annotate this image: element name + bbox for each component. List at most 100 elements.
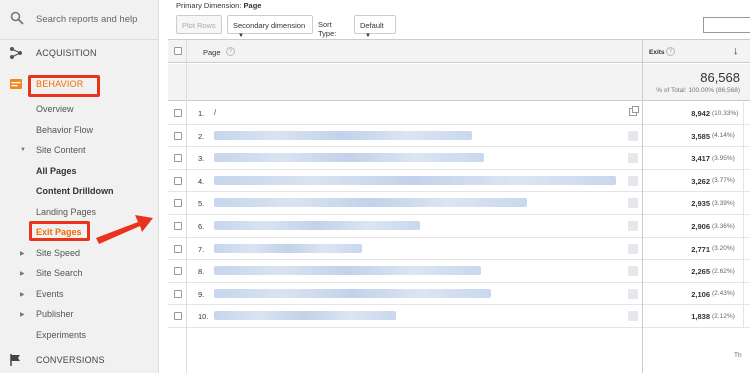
nav-all-pages[interactable]: All Pages	[36, 166, 77, 176]
behavior-highlight-box	[28, 75, 100, 97]
exits-percentage: (3.77%)	[712, 177, 735, 185]
sort-descending-icon[interactable]: ↓	[733, 45, 739, 57]
nav-site-speed[interactable]: Site Speed	[36, 248, 80, 258]
sort-type-dropdown[interactable]: Default▼	[354, 15, 396, 39]
row-divider	[743, 305, 744, 328]
row-divider	[743, 147, 744, 170]
open-external-icon[interactable]	[628, 221, 638, 231]
exits-value: 3,585	[691, 131, 710, 141]
secondary-dimension-label: Secondary dimension	[233, 21, 306, 30]
row-number: 3.	[198, 154, 205, 164]
exit-pages-highlight-box	[29, 221, 90, 241]
total-exits-percentage: % of Total: 100.00% (86,568)	[656, 87, 740, 94]
sort-type-label: Sort Type:	[318, 20, 337, 38]
page-link-blurred[interactable]	[214, 311, 396, 321]
row-divider	[743, 124, 744, 147]
column-header-page[interactable]: Page	[203, 48, 221, 57]
total-exits-value: 86,568	[700, 70, 740, 85]
nav-events[interactable]: Events	[36, 289, 64, 299]
exit-pages-table: Page ? Exits ? ↓ 86,568 % of Total: 100.…	[168, 39, 750, 373]
page-link[interactable]: /	[214, 108, 216, 117]
expanded-triangle-icon: ▼	[20, 147, 26, 153]
column-divider	[642, 40, 643, 373]
open-external-icon[interactable]	[628, 130, 638, 141]
exits-percentage: (2.62%)	[712, 267, 735, 275]
open-external-icon[interactable]	[628, 175, 638, 186]
page-link-blurred[interactable]	[214, 175, 616, 185]
nav-content-drilldown[interactable]: Content Drilldown	[36, 186, 114, 196]
exits-value: 2,265	[691, 267, 710, 277]
page-link-blurred[interactable]	[214, 198, 527, 208]
nav-landing-pages[interactable]: Landing Pages	[36, 207, 96, 217]
page-link-blurred[interactable]	[214, 153, 484, 163]
open-external-icon[interactable]	[628, 311, 638, 322]
nav-site-search[interactable]: Site Search	[36, 268, 83, 278]
search-row[interactable]: Search reports and help	[0, 0, 159, 40]
table-row[interactable]: 1. / 8,942 (10.33%)	[168, 102, 750, 125]
sort-type-value: Default	[360, 21, 384, 30]
exits-percentage: (3.20%)	[712, 245, 735, 253]
row-divider	[743, 215, 744, 237]
column-header-exits[interactable]: Exits	[649, 49, 665, 56]
page-link-blurred[interactable]	[214, 221, 420, 230]
plot-rows-button[interactable]: Plot Rows	[176, 15, 222, 34]
open-external-icon[interactable]	[628, 266, 638, 277]
table-row[interactable]: 10. 1,838 (2.12%)	[168, 305, 750, 328]
table-search-input[interactable]	[703, 17, 750, 33]
open-external-icon[interactable]	[628, 288, 638, 299]
primary-dimension: Primary Dimension: Page	[176, 1, 261, 10]
nav-overview[interactable]: Overview	[36, 104, 74, 114]
open-external-icon[interactable]	[628, 198, 638, 209]
exits-percentage: (4.14%)	[712, 132, 735, 140]
open-external-icon[interactable]	[628, 153, 638, 164]
flag-icon	[10, 354, 20, 366]
row-number: 1.	[198, 109, 205, 118]
table-row[interactable]: 3. 3,417 (3.95%)	[168, 147, 750, 170]
page-link-blurred[interactable]	[214, 130, 472, 140]
exits-value: 2,106	[691, 289, 710, 299]
table-row[interactable]: 2. 3,585 (4.14%)	[168, 124, 750, 148]
row-divider	[743, 260, 744, 283]
table-header: Page ? Exits ? ↓	[168, 40, 750, 63]
collapsed-triangle-icon: ▶	[20, 271, 25, 277]
row-divider	[743, 169, 744, 192]
exits-value: 2,935	[691, 199, 710, 209]
primary-dimension-value[interactable]: Page	[244, 1, 262, 10]
exits-percentage: (2.43%)	[712, 290, 735, 298]
row-number: 10.	[198, 312, 209, 322]
exits-value: 1,838	[691, 312, 710, 322]
row-number: 4.	[198, 176, 205, 186]
nav-conversions[interactable]: CONVERSIONS	[0, 349, 159, 371]
row-number: 6.	[198, 222, 205, 231]
page-link-blurred[interactable]	[214, 243, 362, 253]
search-input[interactable]: Search reports and help	[36, 14, 137, 25]
nav-experiments[interactable]: Experiments	[36, 330, 86, 340]
nav-site-content[interactable]: Site Content	[36, 145, 86, 155]
table-row[interactable]: 6. 2,906 (3.36%)	[168, 215, 750, 238]
table-row[interactable]: 4. 3,262 (3.77%)	[168, 169, 750, 193]
table-row[interactable]: 5. 2,935 (3.39%)	[168, 192, 750, 215]
help-icon[interactable]: ?	[666, 47, 675, 56]
page-link-blurred[interactable]	[214, 266, 481, 276]
collapsed-triangle-icon: ▶	[20, 292, 25, 298]
exits-percentage: (2.12%)	[712, 312, 735, 320]
page-link-blurred[interactable]	[214, 288, 491, 298]
exits-value: 3,417	[691, 154, 710, 164]
open-external-icon[interactable]	[628, 243, 638, 254]
table-row[interactable]: 7. 2,771 (3.20%)	[168, 237, 750, 261]
exits-value: 2,906	[691, 222, 710, 231]
row-number: 8.	[198, 267, 205, 277]
help-icon[interactable]: ?	[226, 47, 235, 56]
secondary-dimension-dropdown[interactable]: Secondary dimension▼	[227, 15, 313, 39]
nav-publisher[interactable]: Publisher	[36, 309, 74, 319]
sidebar: Search reports and help ACQUISITION BEHA…	[0, 0, 159, 373]
collapsed-triangle-icon: ▶	[20, 251, 25, 257]
table-row[interactable]: 8. 2,265 (2.62%)	[168, 260, 750, 283]
nav-behavior-flow[interactable]: Behavior Flow	[36, 125, 93, 135]
table-row[interactable]: 9. 2,106 (2.43%)	[168, 282, 750, 306]
nav-acquisition[interactable]: ACQUISITION	[0, 42, 159, 64]
collapsed-triangle-icon: ▶	[20, 312, 25, 318]
row-number: 2.	[198, 131, 205, 141]
open-external-icon[interactable]	[629, 106, 639, 116]
behavior-icon	[10, 79, 22, 89]
